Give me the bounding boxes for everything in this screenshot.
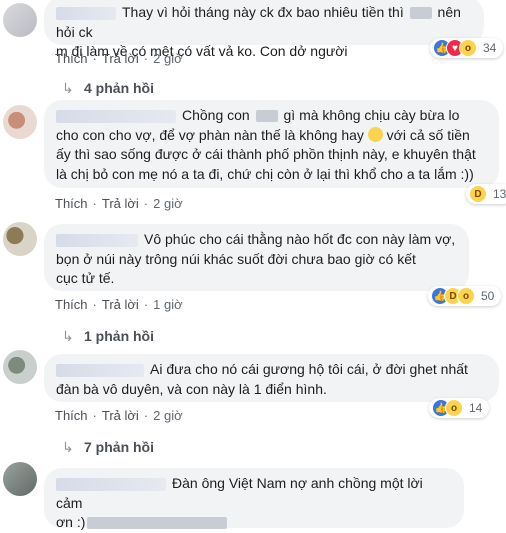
wow-icon: o	[457, 287, 475, 305]
wow-icon: o	[445, 399, 463, 417]
reply-button[interactable]: Trả lời	[102, 51, 139, 66]
comment-actions: Thích · Trả lời · 2 giờ	[55, 196, 183, 211]
blurred-text	[87, 517, 228, 530]
view-replies-link[interactable]: ↳ 1 phản hồi	[62, 328, 154, 345]
author-name[interactable]	[56, 363, 144, 377]
timestamp[interactable]: 2 giờ	[153, 408, 183, 423]
avatar[interactable]	[3, 105, 37, 139]
reply-arrow-icon: ↳	[62, 439, 74, 455]
like-button[interactable]: Thích	[55, 196, 88, 211]
comment-text: ơn :)	[56, 513, 452, 533]
avatar[interactable]	[3, 222, 37, 256]
comment-text: bọn ở núi này trông núi khác suốt đời ch…	[56, 250, 416, 267]
reaction-summary[interactable]: 👍 o 14	[429, 398, 490, 418]
avatar[interactable]	[3, 462, 37, 496]
haha-icon: D	[469, 185, 487, 203]
comment-text: Thay vì hỏi tháng này ck đx bao nhiêu ti…	[56, 4, 465, 40]
sad-emoji-icon	[367, 126, 383, 142]
reaction-count: 34	[483, 41, 497, 55]
comment-text: cho con cho vợ, để vợ phàn nàn thế là kh…	[56, 126, 470, 143]
author-name[interactable]	[56, 6, 116, 20]
view-replies-link[interactable]: ↳ 7 phản hồi	[62, 439, 154, 456]
reply-button[interactable]: Trả lời	[102, 408, 139, 423]
comment-text: ấy thì sao sống được ở cái thành phố phồ…	[56, 146, 476, 162]
comment-text: Đàn ông Việt Nam nợ anh chồng một lời cả…	[56, 475, 427, 511]
comment-text: Ai đưa cho nó cái gương hộ tôi cái, ở đờ…	[56, 360, 487, 380]
timestamp[interactable]: 2 giờ	[153, 51, 183, 66]
comment-bubble: Vô phúc cho cái thằng nào hốt đc con này…	[44, 224, 469, 291]
comment-actions: Thích · Trả lời · 2 giờ	[55, 408, 183, 423]
reply-button[interactable]: Trả lời	[102, 196, 139, 211]
blurred-text	[409, 7, 432, 20]
comment-bubble: Thay vì hỏi tháng này ck đx bao nhiêu ti…	[44, 0, 484, 59]
author-name[interactable]	[56, 477, 166, 491]
reaction-summary[interactable]: D 13	[466, 184, 506, 204]
timestamp[interactable]: 1 giờ	[153, 297, 183, 312]
like-button[interactable]: Thích	[55, 51, 88, 66]
comment-bubble: Chồng con gì mà không chịu cày bừa lo ch…	[44, 100, 499, 188]
reply-arrow-icon: ↳	[62, 328, 74, 344]
reply-arrow-icon: ↳	[62, 80, 74, 96]
timestamp[interactable]: 2 giờ	[153, 196, 183, 211]
avatar[interactable]	[3, 350, 37, 384]
comment-actions: Thích · Trả lời · 2 giờ	[55, 51, 183, 66]
author-name[interactable]	[56, 109, 176, 123]
comment-text: Chồng con gì mà không chịu cày bừa lo	[56, 106, 487, 126]
comment-actions: Thích · Trả lời · 1 giờ	[55, 297, 183, 312]
reaction-summary[interactable]: 👍 D o 50	[428, 286, 502, 306]
like-button[interactable]: Thích	[55, 408, 88, 423]
comment-bubble: Ai đưa cho nó cái gương hộ tôi cái, ở đờ…	[44, 354, 499, 402]
reply-button[interactable]: Trả lời	[102, 297, 139, 312]
blurred-text	[255, 110, 278, 123]
like-button[interactable]: Thích	[55, 297, 88, 312]
wow-icon: o	[459, 39, 477, 57]
comment-text: cục tử tế.	[56, 270, 115, 286]
comment-text: là chị bỏ con mẹ nó a ta đi, chứ chị còn…	[56, 165, 474, 182]
reaction-count: 14	[469, 401, 483, 415]
reaction-summary[interactable]: 👍 ♥ o 34	[430, 38, 504, 58]
reaction-count: 50	[481, 289, 495, 303]
view-replies-link[interactable]: ↳ 4 phản hồi	[62, 80, 154, 97]
comment-bubble: Đàn ông Việt Nam nợ anh chồng một lời cả…	[44, 468, 464, 530]
comment-text: đàn bà vô duyên, và con này là 1 điển hì…	[56, 380, 327, 397]
comment-text: Vô phúc cho cái thằng nào hốt đc con này…	[56, 230, 457, 250]
reaction-count: 13	[493, 187, 506, 201]
avatar[interactable]	[3, 3, 37, 37]
author-name[interactable]	[56, 233, 138, 247]
